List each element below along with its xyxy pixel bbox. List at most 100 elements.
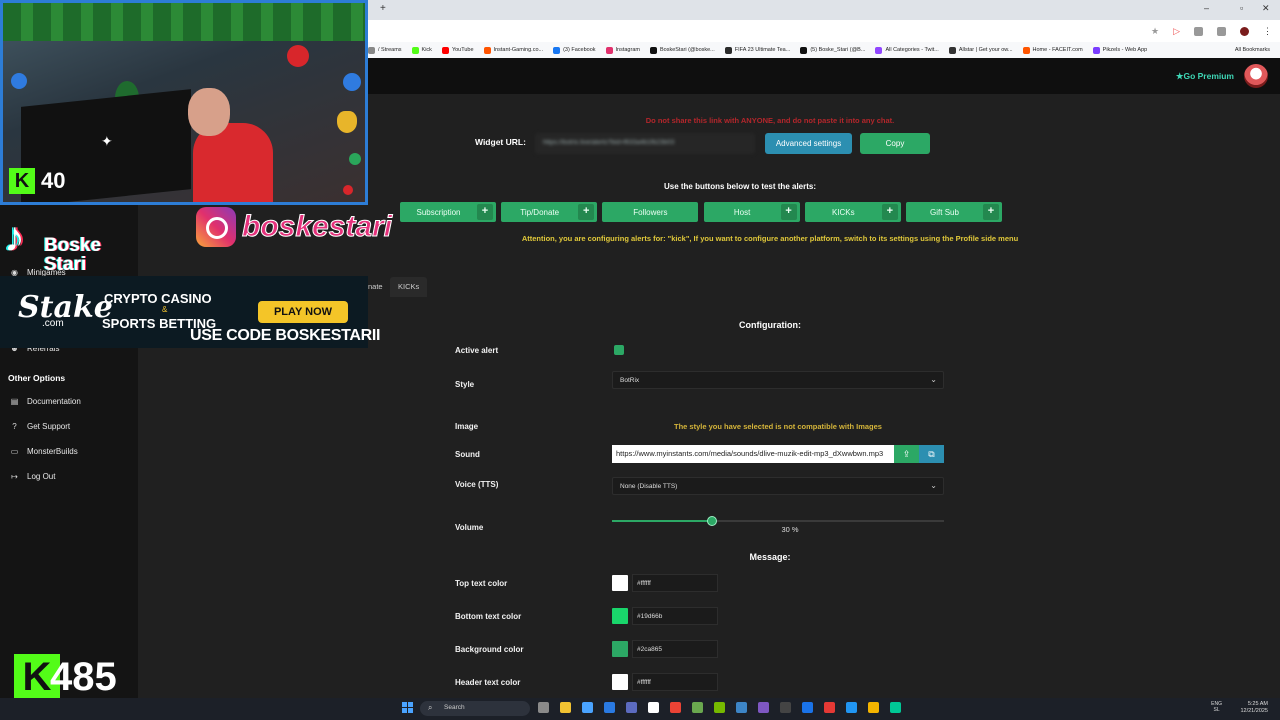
bookmark-item[interactable]: Instagram bbox=[605, 46, 640, 54]
bookmark-item[interactable]: Home - FACEIT.com bbox=[1022, 46, 1083, 54]
bookmark-item[interactable]: YouTube bbox=[441, 46, 474, 54]
taskbar-app-icon[interactable] bbox=[758, 702, 769, 713]
taskbar-app-icon[interactable] bbox=[648, 702, 659, 713]
taskbar-app-icon[interactable] bbox=[604, 702, 615, 713]
taskbar-app-icon[interactable] bbox=[692, 702, 703, 713]
voice-tts-label: Voice (TTS) bbox=[455, 480, 499, 489]
taskbar-app-icon[interactable] bbox=[824, 702, 835, 713]
test-alert-button[interactable]: Tip/Donate + bbox=[501, 202, 598, 222]
bookmark-favicon-icon bbox=[553, 46, 561, 54]
taskbar-app-icon[interactable] bbox=[714, 702, 725, 713]
volume-slider-thumb[interactable] bbox=[707, 516, 717, 526]
taskbar-app-icon[interactable] bbox=[846, 702, 857, 713]
star-icon[interactable]: ★ bbox=[1151, 26, 1159, 37]
color-swatch[interactable] bbox=[612, 575, 628, 591]
taskbar-app-icon[interactable] bbox=[582, 702, 593, 713]
all-bookmarks-button[interactable]: All Bookmarks bbox=[1235, 47, 1270, 53]
color-hex-input[interactable]: #ffffff bbox=[632, 574, 718, 592]
plus-icon[interactable]: + bbox=[477, 204, 493, 220]
taskbar-search[interactable]: ⌕ Search bbox=[420, 701, 530, 716]
bookmark-item[interactable]: FIFA 23 Ultimate Tea... bbox=[724, 46, 790, 54]
bookmark-item[interactable]: All Categories - Twit... bbox=[875, 46, 939, 54]
bookmark-item[interactable]: / Streams bbox=[368, 46, 402, 54]
plus-icon[interactable]: + bbox=[780, 204, 797, 220]
test-alerts-label: Use the buttons below to test the alerts… bbox=[663, 182, 816, 191]
taskbar-app-icon[interactable] bbox=[802, 702, 813, 713]
sound-url-input[interactable]: https://www.myinstants.com/media/sounds/… bbox=[612, 445, 894, 463]
windows-start-icon[interactable] bbox=[402, 702, 413, 713]
test-alert-button[interactable]: KICKs + bbox=[804, 202, 901, 222]
plus-icon[interactable]: + bbox=[881, 204, 898, 220]
other-options-title: Other Options bbox=[8, 373, 66, 383]
sidebar-item-get-support[interactable]: ? Get Support bbox=[10, 422, 70, 431]
taskbar-app-icon[interactable] bbox=[626, 702, 637, 713]
widget-url-field[interactable]: https://botrix.live/alerts?bid=f633a4b1f… bbox=[535, 133, 755, 154]
tiktok-name: Boske Stari bbox=[44, 236, 101, 274]
plus-icon[interactable]: + bbox=[983, 204, 999, 220]
taskbar-app-icon[interactable] bbox=[890, 702, 901, 713]
ornament-icon bbox=[287, 45, 309, 67]
test-alert-button[interactable]: Subscription + bbox=[400, 202, 496, 222]
bookmark-item[interactable]: (5) Boske_Stari (@B... bbox=[800, 46, 865, 54]
bookmark-item[interactable]: Kick bbox=[411, 46, 432, 54]
extension-icon[interactable]: ▷ bbox=[1173, 26, 1180, 37]
address-bar[interactable] bbox=[368, 20, 1280, 42]
system-clock[interactable]: 5:25 AM 12/21/2025 bbox=[1240, 701, 1268, 715]
bookmark-favicon-icon bbox=[724, 46, 732, 54]
streamer-head bbox=[188, 88, 230, 136]
color-swatch[interactable] bbox=[612, 641, 628, 657]
test-alert-label: Gift Sub bbox=[930, 207, 959, 217]
taskbar-app-icon[interactable] bbox=[538, 702, 549, 713]
bookmark-favicon-icon bbox=[649, 46, 657, 54]
stake-line1: CRYPTO CASINO bbox=[104, 291, 212, 306]
upload-icon[interactable]: ⇪ bbox=[894, 445, 919, 463]
style-select[interactable]: BotRix ⌄ bbox=[612, 371, 944, 389]
voice-tts-select[interactable]: None (Disable TTS) ⌄ bbox=[612, 477, 944, 495]
test-alert-button[interactable]: Followers bbox=[602, 202, 699, 222]
close-icon[interactable]: ✕ bbox=[1262, 3, 1270, 14]
minimize-icon[interactable]: – bbox=[1204, 3, 1209, 13]
taskbar-app-icon[interactable] bbox=[780, 702, 791, 713]
bookmark-item[interactable]: Instant-Gaming.co... bbox=[483, 46, 543, 54]
color-hex-input[interactable]: #ffffff bbox=[632, 673, 718, 691]
bookmark-label: Kick bbox=[421, 47, 432, 53]
test-alert-button[interactable]: Gift Sub + bbox=[906, 202, 1002, 222]
taskbar-app-icon[interactable] bbox=[560, 702, 571, 713]
sidebar-item-documentation[interactable]: ▤ Documentation bbox=[10, 397, 81, 406]
active-alert-checkbox[interactable] bbox=[614, 345, 624, 355]
kick-logo-icon: K bbox=[9, 168, 35, 194]
downloads-icon[interactable] bbox=[1217, 27, 1226, 36]
bookmark-item[interactable]: BoskeStari (@boske... bbox=[649, 46, 715, 54]
color-swatch[interactable] bbox=[612, 608, 628, 624]
color-swatch[interactable] bbox=[612, 674, 628, 690]
instagram-logo-icon bbox=[196, 207, 236, 247]
bookmark-item[interactable]: (3) Facebook bbox=[553, 46, 596, 54]
taskbar-app-icon[interactable] bbox=[670, 702, 681, 713]
new-tab-button[interactable]: + bbox=[380, 3, 386, 14]
go-premium-link[interactable]: ★Go Premium bbox=[1176, 71, 1234, 82]
taskbar-app-icon[interactable] bbox=[736, 702, 747, 713]
tab-kicks[interactable]: KICKs bbox=[390, 277, 428, 297]
bookmark-item[interactable]: Pikzels - Web App bbox=[1092, 46, 1147, 54]
color-hex-input[interactable]: #19d66b bbox=[632, 607, 718, 625]
test-alert-button[interactable]: Host + bbox=[703, 202, 800, 222]
bookmark-item[interactable]: Allstar | Get your ow... bbox=[948, 46, 1013, 54]
preview-icon[interactable]: ⧉ bbox=[919, 445, 944, 463]
color-hex-input[interactable]: #2ca865 bbox=[632, 640, 718, 658]
plus-icon[interactable]: + bbox=[578, 204, 595, 220]
menu-icon[interactable]: ⋮ bbox=[1263, 26, 1272, 37]
profile-icon[interactable] bbox=[1240, 27, 1249, 36]
avatar[interactable] bbox=[1244, 64, 1268, 88]
language-indicator[interactable]: ENG SL bbox=[1211, 701, 1222, 713]
sidebar-item-monsterbuilds[interactable]: ▭ MonsterBuilds bbox=[10, 447, 78, 456]
extensions-icon[interactable] bbox=[1194, 27, 1203, 36]
sidebar-item-log-out[interactable]: ↦ Log Out bbox=[10, 472, 55, 481]
color-row-label: Top text color bbox=[455, 579, 508, 588]
bookmark-label: Allstar | Get your ow... bbox=[958, 47, 1013, 53]
taskbar-app-icon[interactable] bbox=[868, 702, 879, 713]
maximize-icon[interactable]: ▫ bbox=[1240, 3, 1243, 13]
bookmark-favicon-icon bbox=[483, 46, 491, 54]
copy-button[interactable]: Copy bbox=[860, 133, 930, 154]
advanced-settings-button[interactable]: Advanced settings bbox=[765, 133, 852, 154]
taskbar-search-placeholder: Search bbox=[444, 704, 465, 711]
